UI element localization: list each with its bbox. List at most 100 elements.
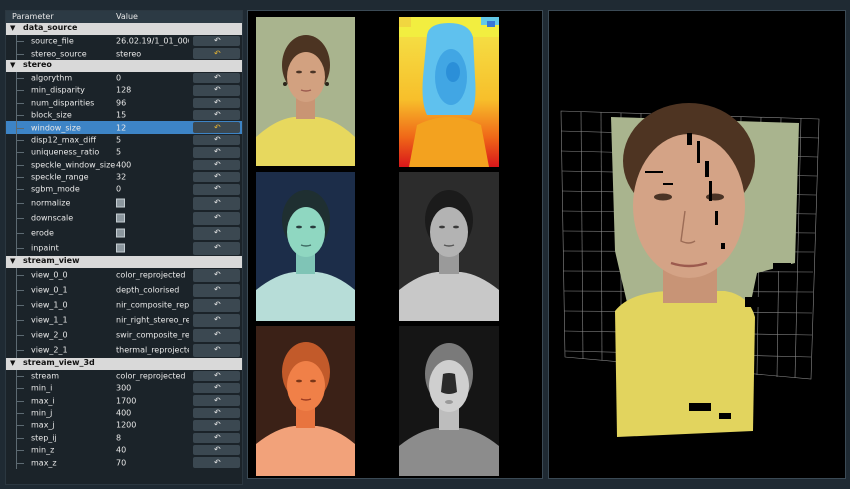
param-value-field[interactable]: 70 (116, 458, 189, 467)
param-row-stereo-source[interactable]: stereo_source stereo ↶ (6, 47, 242, 60)
reset-button[interactable]: ↶ (193, 298, 240, 312)
param-value-field[interactable]: 12 (116, 123, 189, 132)
param-value-field[interactable]: stereo (116, 49, 189, 58)
reset-button[interactable]: ↶ (193, 147, 240, 158)
reset-button[interactable]: ↶ (193, 85, 240, 96)
reset-button[interactable]: ↶ (193, 268, 240, 282)
param-value-field[interactable]: 400 (116, 409, 189, 418)
reset-button[interactable]: ↶ (193, 184, 240, 195)
reset-button[interactable]: ↶ (193, 171, 240, 183)
reset-button[interactable]: ↶ (193, 343, 240, 357)
reset-button[interactable]: ↶ (193, 72, 240, 84)
param-value-field[interactable]: 40 (116, 446, 189, 455)
param-row-view-2-0[interactable]: view_2_0 swir_composite_reprojected ↶ (6, 327, 242, 343)
param-value-field[interactable]: 26.02.19/1_01_006 (116, 37, 189, 46)
reset-button[interactable]: ↶ (193, 383, 240, 394)
param-checkbox[interactable] (116, 213, 125, 223)
param-row-window-size[interactable]: window_size 12 ↶ (6, 121, 242, 134)
param-value-field[interactable]: 1200 (116, 421, 189, 430)
chevron-down-icon[interactable]: ▼ (10, 257, 15, 265)
group-header-stereo[interactable]: ▼ stereo (6, 59, 242, 72)
param-row-max-i[interactable]: max_i 1700 ↶ (6, 394, 242, 407)
param-row-source-file[interactable]: source_file 26.02.19/1_01_006 ↶ (6, 35, 242, 48)
reset-button[interactable]: ↶ (193, 36, 240, 47)
group-header-stream-view-3d[interactable]: ▼ stream_view_3d (6, 357, 242, 370)
param-row-inpaint[interactable]: inpaint ↶ (6, 240, 242, 256)
param-value-field[interactable]: swir_composite_reprojected (116, 331, 189, 340)
reset-button[interactable]: ↶ (193, 370, 240, 382)
param-row-min-disparity[interactable]: min_disparity 128 ↶ (6, 84, 242, 97)
param-checkbox[interactable] (116, 198, 125, 208)
reset-button[interactable]: ↶ (193, 211, 240, 225)
param-value-field[interactable]: nir_composite_reprojected (116, 301, 189, 310)
param-value-field[interactable]: 400 (116, 160, 189, 169)
param-value-field[interactable]: 5 (116, 148, 189, 157)
param-row-step-ij[interactable]: step_ij 8 ↶ (6, 431, 242, 445)
param-row-erode[interactable]: erode ↶ (6, 225, 242, 241)
param-row-num-disparities[interactable]: num_disparities 96 ↶ (6, 96, 242, 109)
param-value-field[interactable]: color_reprojected (116, 271, 189, 280)
reset-button[interactable]: ↶ (193, 432, 240, 444)
param-value-field[interactable]: 15 (116, 111, 189, 120)
reset-button[interactable]: ↶ (193, 445, 240, 456)
param-row-min-i[interactable]: min_i 300 ↶ (6, 382, 242, 395)
param-row-speckle-window-size[interactable]: speckle_window_size 400 ↶ (6, 158, 242, 171)
param-value-field[interactable]: 128 (116, 86, 189, 95)
param-value-field[interactable]: 5 (116, 135, 189, 144)
reset-button[interactable]: ↶ (193, 328, 240, 342)
param-row-sgbm-mode[interactable]: sgbm_mode 0 ↶ (6, 183, 242, 196)
param-row-min-z[interactable]: min_z 40 ↶ (6, 444, 242, 457)
reset-button[interactable]: ↶ (193, 283, 240, 297)
chevron-down-icon[interactable]: ▼ (10, 61, 15, 69)
param-row-disp12-max-diff[interactable]: disp12_max_diff 5 ↶ (6, 133, 242, 147)
reset-button[interactable]: ↶ (193, 134, 240, 146)
param-checkbox[interactable] (116, 243, 125, 253)
param-row-view-1-1[interactable]: view_1_1 nir_right_stereo_rectified ↶ (6, 312, 242, 328)
param-row-speckle-range[interactable]: speckle_range 32 ↶ (6, 170, 242, 184)
reset-button[interactable]: ↶ (193, 457, 240, 468)
param-row-min-j[interactable]: min_j 400 ↶ (6, 406, 242, 420)
param-row-uniqueness-ratio[interactable]: uniqueness_ratio 5 ↶ (6, 146, 242, 159)
reset-button[interactable]: ↶ (193, 226, 240, 240)
param-value-field[interactable]: 0 (116, 73, 189, 82)
reset-button[interactable]: ↶ (193, 122, 240, 133)
param-row-stream[interactable]: stream color_reprojected ↶ (6, 369, 242, 383)
param-value-field[interactable]: 300 (116, 384, 189, 393)
param-value-field[interactable]: color_reprojected (116, 371, 189, 380)
param-row-view-1-0[interactable]: view_1_0 nir_composite_reprojected ↶ (6, 297, 242, 313)
undo-arrow-icon: ↶ (214, 72, 221, 82)
reset-button[interactable]: ↶ (193, 313, 240, 327)
param-checkbox[interactable] (116, 228, 125, 238)
param-row-view-2-1[interactable]: view_2_1 thermal_reprojected ↶ (6, 342, 242, 358)
group-header-data-source[interactable]: ▼ data_source (6, 23, 242, 35)
reset-button[interactable]: ↶ (193, 395, 240, 406)
param-row-downscale[interactable]: downscale ↶ (6, 210, 242, 226)
param-value-field[interactable]: nir_right_stereo_rectified (116, 316, 189, 325)
param-value-field[interactable]: 0 (116, 185, 189, 194)
param-value-field[interactable]: 96 (116, 98, 189, 107)
param-row-view-0-1[interactable]: view_0_1 depth_colorised ↶ (6, 282, 242, 298)
param-value-field[interactable]: depth_colorised (116, 286, 189, 295)
param-row-algorythm[interactable]: algorythm 0 ↶ (6, 71, 242, 85)
reset-button[interactable]: ↶ (193, 48, 240, 59)
param-row-normalize[interactable]: normalize ↶ (6, 195, 242, 211)
reset-button[interactable]: ↶ (193, 420, 240, 431)
param-value-field[interactable]: 32 (116, 173, 189, 182)
param-row-block-size[interactable]: block_size 15 ↶ (6, 108, 242, 122)
chevron-down-icon[interactable]: ▼ (10, 24, 15, 32)
reset-button[interactable]: ↶ (193, 407, 240, 419)
param-row-view-0-0[interactable]: view_0_0 color_reprojected ↶ (6, 267, 242, 283)
reset-button[interactable]: ↶ (193, 109, 240, 121)
reset-button[interactable]: ↶ (193, 196, 240, 210)
chevron-down-icon[interactable]: ▼ (10, 359, 15, 367)
param-row-max-z[interactable]: max_z 70 ↶ (6, 456, 242, 469)
group-header-stream-view[interactable]: ▼ stream_view (6, 255, 242, 268)
reset-button[interactable]: ↶ (193, 241, 240, 255)
param-value-field[interactable]: thermal_reprojected (116, 346, 189, 355)
point-cloud-3d-view[interactable] (548, 10, 846, 479)
param-value-field[interactable]: 1700 (116, 396, 189, 405)
reset-button[interactable]: ↶ (193, 97, 240, 108)
param-value-field[interactable]: 8 (116, 433, 189, 442)
param-row-max-j[interactable]: max_j 1200 ↶ (6, 419, 242, 432)
reset-button[interactable]: ↶ (193, 159, 240, 170)
